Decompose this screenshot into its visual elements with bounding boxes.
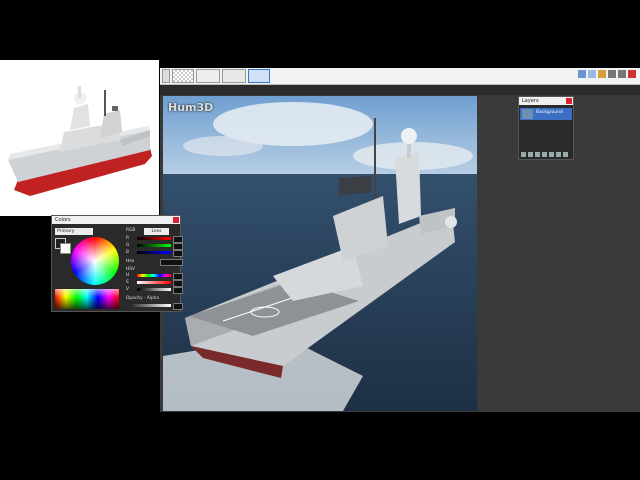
colors-panel-title-text: Colors (55, 217, 71, 223)
tab-scroll-left[interactable] (162, 69, 170, 83)
green-value[interactable] (173, 243, 183, 250)
value-value[interactable] (173, 287, 183, 294)
hex-input[interactable] (160, 259, 183, 266)
saturation-slider[interactable] (137, 281, 171, 284)
hue-slider[interactable] (137, 274, 171, 277)
move-down-icon[interactable] (556, 152, 561, 157)
red-value[interactable] (173, 236, 183, 243)
tab-image-1[interactable] (172, 69, 194, 83)
value-slider[interactable] (137, 288, 171, 291)
layer-actions (521, 152, 568, 157)
green-slider[interactable] (137, 244, 171, 247)
saturation-value[interactable] (173, 280, 183, 287)
blue-value[interactable] (173, 250, 183, 257)
hue-value[interactable] (173, 273, 183, 280)
layer-properties-icon[interactable] (563, 152, 568, 157)
grid-icon[interactable] (588, 70, 596, 78)
color-palette[interactable] (55, 289, 119, 309)
layer-thumbnail (522, 109, 533, 119)
maximize-icon[interactable] (618, 70, 626, 78)
add-layer-icon[interactable] (521, 152, 526, 157)
move-up-icon[interactable] (549, 152, 554, 157)
color-mode-select[interactable]: Primary (55, 228, 93, 235)
layers-panel-title-text: Layers (522, 98, 539, 104)
minimize-icon[interactable] (608, 70, 616, 78)
opacity-label: Opacity - Alpha (126, 296, 160, 301)
layer-name: Background (536, 110, 563, 115)
image-canvas[interactable]: Hum3D (163, 96, 477, 411)
color-wheel[interactable] (71, 237, 119, 285)
opacity-value[interactable] (173, 303, 183, 310)
close-icon[interactable] (566, 98, 572, 104)
opacity-slider[interactable] (132, 304, 171, 307)
layers-panel: Layers Background (518, 96, 574, 160)
rgb-label: RGB (126, 228, 136, 233)
reference-ship-image (0, 60, 159, 216)
merge-layer-icon[interactable] (542, 152, 547, 157)
v-label: V (126, 287, 129, 292)
close-icon[interactable] (173, 217, 179, 223)
r-label: R (126, 236, 129, 241)
tab-image-3[interactable] (222, 69, 246, 83)
g-label: G (126, 243, 130, 248)
hsv-label: HSV (126, 267, 135, 272)
secondary-color-swatch[interactable] (60, 243, 71, 254)
settings-icon[interactable] (598, 70, 606, 78)
tab-image-4[interactable] (248, 69, 270, 83)
tab-image-2[interactable] (196, 69, 220, 83)
image-tabs-bar (160, 68, 640, 85)
layer-row-background[interactable]: Background (520, 108, 572, 120)
ship-render (163, 96, 477, 411)
colors-panel: Colors Primary Less RGB R G B Hex HSV H … (51, 215, 183, 312)
h-label: H (126, 273, 130, 278)
hex-label: Hex (126, 259, 135, 264)
blue-slider[interactable] (137, 251, 171, 254)
zoom-icon[interactable] (578, 70, 586, 78)
colors-panel-title: Colors (52, 216, 180, 224)
red-slider[interactable] (137, 237, 171, 240)
b-label: B (126, 250, 129, 255)
duplicate-layer-icon[interactable] (535, 152, 540, 157)
window-controls (578, 70, 636, 78)
delete-layer-icon[interactable] (528, 152, 533, 157)
close-icon[interactable] (628, 70, 636, 78)
watermark: Hum3D (168, 101, 214, 114)
s-label: S (126, 280, 129, 285)
ship-illustration (8, 86, 152, 196)
more-less-button[interactable]: Less (144, 228, 169, 235)
toolbar (160, 85, 640, 95)
layers-panel-title: Layers (519, 97, 573, 105)
